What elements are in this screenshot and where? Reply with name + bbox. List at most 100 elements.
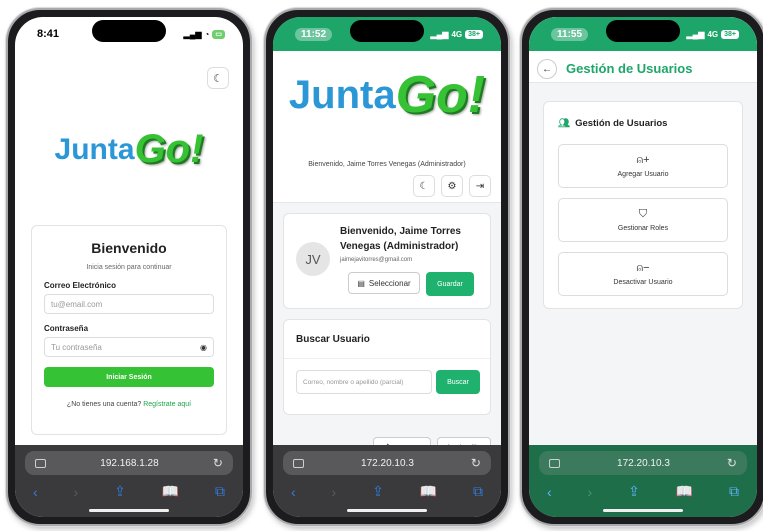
search-button[interactable]: Buscar: [436, 370, 480, 394]
signal-icon: ▂▄▆: [686, 29, 705, 39]
password-label: Contraseña: [44, 324, 89, 333]
battery-icon: 38+: [465, 29, 483, 39]
reload-icon[interactable]: ↻: [471, 456, 481, 470]
moon-icon: ☾: [213, 72, 223, 85]
forward-icon[interactable]: ›: [588, 484, 593, 500]
manage-roles-label: Gestionar Roles: [617, 225, 669, 232]
home-indicator: [603, 509, 683, 512]
arrow-left-icon: ←: [542, 63, 552, 75]
bookmarks-icon[interactable]: 📖: [162, 483, 179, 500]
signal-icon: ▂▄▆: [430, 29, 449, 39]
logout-button[interactable]: ⇥: [469, 175, 491, 197]
screen-dashboard: 11:52 ▂▄▆ 4G 38+ Junta Go! Bienvenido, J…: [273, 17, 501, 517]
theme-toggle-button[interactable]: ☾: [207, 67, 229, 89]
profile-card: JV Bienvenido, Jaime Torres Venegas (Adm…: [283, 213, 491, 309]
search-divider: [284, 358, 490, 359]
dashboard-header: Junta Go! Bienvenido, Jaime Torres Veneg…: [273, 51, 501, 203]
logo-junta: Junta: [288, 72, 396, 117]
share-icon[interactable]: ⇪: [372, 483, 384, 500]
users-icon: 👥︎: [558, 118, 571, 129]
back-icon[interactable]: ‹: [547, 484, 552, 500]
browser-nav: ‹ › ⇪ 📖 ⧉: [529, 483, 757, 500]
tabs-icon: [549, 458, 560, 468]
user-plus-icon: ⍝+: [636, 154, 650, 166]
logo-go: Go!: [395, 66, 486, 124]
search-title: Buscar Usuario: [296, 334, 370, 345]
tabs-overview-icon[interactable]: ⧉: [729, 483, 739, 500]
back-icon[interactable]: ‹: [33, 484, 38, 500]
theme-toggle-button[interactable]: ☾: [413, 175, 435, 197]
deactivate-user-label: Desactivar Usuario: [613, 279, 673, 286]
status-time: 11:52: [295, 27, 333, 41]
login-card: Bienvenido Inicia sesión para continuar …: [31, 225, 227, 435]
logout-icon: ⇥: [475, 180, 485, 192]
register-link[interactable]: Regístrate aquí: [143, 401, 191, 408]
password-field[interactable]: Tu contraseña ◉: [44, 337, 214, 357]
save-button[interactable]: Guardar: [426, 272, 474, 296]
phone-login: 8:41 ▂▄▆ ◔ ▭ ☾ Junta Go! Bienvenido Inic…: [6, 8, 252, 526]
profile-name: Bienvenido, Jaime Torres Venegas (Admini…: [340, 224, 461, 254]
image-icon: ▤: [357, 278, 365, 288]
login-title: Bienvenido: [91, 240, 167, 256]
deactivate-user-button[interactable]: ⍝− Desactivar Usuario: [558, 252, 728, 296]
status-icons: ▂▄▆ ◔ ▭: [184, 29, 225, 39]
login-button[interactable]: Iniciar Sesión: [44, 367, 214, 387]
tabs-icon: [35, 458, 46, 468]
register-prompt: ¿No tienes una cuenta?: [66, 401, 142, 408]
header-actions: ☾ ⚙ ⇥: [413, 175, 491, 197]
manage-roles-button[interactable]: ⛉ Gestionar Roles: [558, 198, 728, 242]
phone-notch: [606, 20, 680, 42]
share-icon[interactable]: ⇪: [114, 483, 126, 500]
url-text: 192.168.1.28: [100, 457, 159, 469]
status-icons: ▂▄▆ 4G 38+: [430, 29, 483, 39]
reload-icon[interactable]: ↻: [727, 456, 737, 470]
url-text: 172.20.10.3: [617, 457, 670, 469]
email-field[interactable]: tu@email.com: [44, 294, 214, 314]
address-bar[interactable]: 192.168.1.28 ↻: [25, 451, 233, 475]
add-user-button[interactable]: ⍝+ Agregar Usuario: [558, 144, 728, 188]
page-title: Gestión de Usuarios: [566, 61, 693, 76]
phone-notch: [92, 20, 166, 42]
email-placeholder: tu@email.com: [51, 299, 103, 309]
back-button[interactable]: ←: [537, 59, 557, 79]
forward-icon[interactable]: ›: [332, 484, 337, 500]
section-title: Gestión de Usuarios: [575, 118, 668, 129]
screen-login: 8:41 ▂▄▆ ◔ ▭ ☾ Junta Go! Bienvenido Inic…: [15, 17, 243, 517]
register-row: ¿No tienes una cuenta? Regístrate aquí: [32, 401, 226, 408]
app-logo: Junta Go!: [273, 65, 501, 125]
status-time: 8:41: [37, 28, 60, 40]
user-minus-icon: ⍝−: [636, 262, 650, 274]
battery-icon: ▭: [212, 29, 225, 39]
user-management-card: 👥︎ Gestión de Usuarios ⍝+ Agregar Usuari…: [543, 101, 743, 309]
forward-icon[interactable]: ›: [74, 484, 79, 500]
share-icon[interactable]: ⇪: [628, 483, 640, 500]
reload-icon[interactable]: ↻: [213, 456, 223, 470]
eye-icon[interactable]: ◉: [200, 343, 207, 352]
search-input[interactable]: Correo, nombre o apellido (parcial): [296, 370, 432, 394]
browser-nav: ‹ › ⇪ 📖 ⧉: [15, 483, 243, 500]
browser-nav: ‹ › ⇪ 📖 ⧉: [273, 483, 501, 500]
shield-icon: ⛉: [638, 208, 648, 220]
browser-toolbar: 172.20.10.3 ↻ ‹ › ⇪ 📖 ⧉: [273, 445, 501, 517]
browser-toolbar: 192.168.1.28 ↻ ‹ › ⇪ 📖 ⧉: [15, 445, 243, 517]
gear-icon: ⚙: [447, 180, 457, 192]
network-label: 4G: [707, 29, 719, 39]
add-user-label: Agregar Usuario: [617, 171, 669, 178]
moon-icon: ☾: [419, 180, 429, 192]
bookmarks-icon[interactable]: 📖: [676, 483, 693, 500]
home-indicator: [347, 509, 427, 512]
tabs-overview-icon[interactable]: ⧉: [473, 483, 483, 500]
address-bar[interactable]: 172.20.10.3 ↻: [283, 451, 491, 475]
bookmarks-icon[interactable]: 📖: [420, 483, 437, 500]
avatar: JV: [296, 242, 330, 276]
select-button[interactable]: ▤ Seleccionar: [348, 272, 420, 294]
settings-button[interactable]: ⚙: [441, 175, 463, 197]
section-header: 👥︎ Gestión de Usuarios: [558, 118, 667, 129]
tabs-overview-icon[interactable]: ⧉: [215, 483, 225, 500]
url-text: 172.20.10.3: [361, 457, 414, 469]
back-icon[interactable]: ‹: [291, 484, 296, 500]
status-icons: ▂▄▆ 4G 38+: [686, 29, 739, 39]
home-indicator: [89, 509, 169, 512]
address-bar[interactable]: 172.20.10.3 ↻: [539, 451, 747, 475]
login-subtitle: Inicia sesión para continuar: [86, 264, 172, 271]
